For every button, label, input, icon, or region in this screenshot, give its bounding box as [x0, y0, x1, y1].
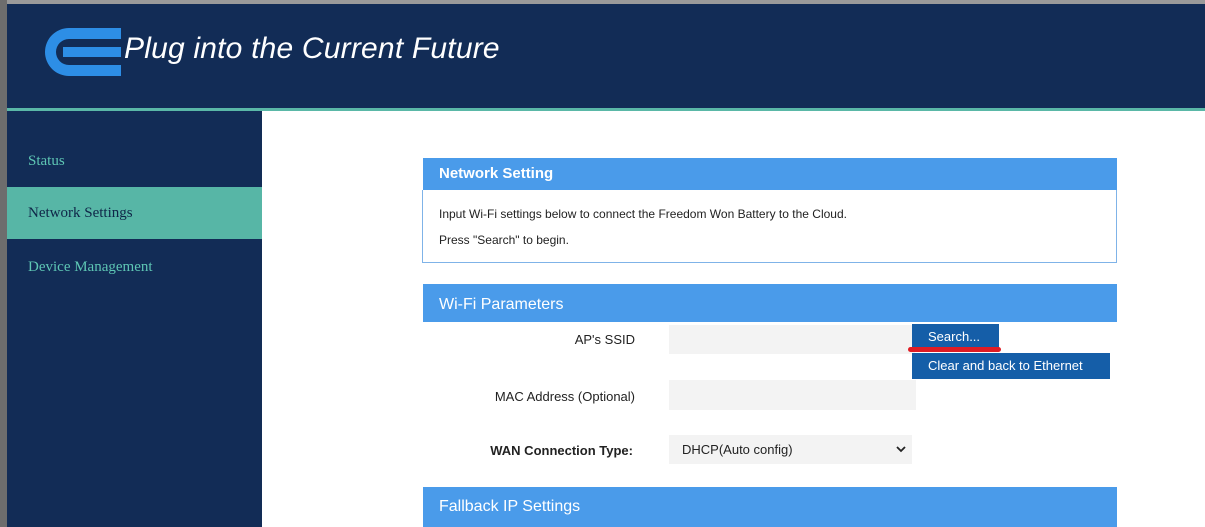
sidebar-item-device-management[interactable]: Device Management [7, 241, 262, 293]
wan-connection-type-label: WAN Connection Type: [490, 443, 633, 458]
wan-connection-type-select[interactable]: DHCP(Auto config) [669, 435, 912, 464]
sidebar-item-status[interactable]: Status [7, 135, 262, 187]
ssid-label: AP's SSID [574, 332, 635, 347]
freedom-won-e-logo-icon [45, 28, 121, 76]
sidebar-nav: Status Network Settings Device Managemen… [7, 111, 262, 527]
info-line-1: Input Wi-Fi settings below to connect th… [439, 207, 847, 221]
fallback-ip-settings-header: Fallback IP Settings [423, 487, 1117, 527]
clear-back-to-ethernet-button[interactable]: Clear and back to Ethernet [912, 353, 1110, 379]
browser-page: Plug into the Current Future Status Netw… [0, 0, 1205, 527]
wan-selected-value: DHCP(Auto config) [682, 442, 793, 457]
info-line-2: Press "Search" to begin. [439, 233, 569, 247]
ssid-input[interactable] [669, 325, 915, 354]
mac-address-label: MAC Address (Optional) [494, 389, 635, 404]
site-header: Plug into the Current Future [7, 4, 1205, 108]
wifi-parameters-header: Wi-Fi Parameters [423, 284, 1117, 322]
network-setting-header: Network Setting [423, 158, 1117, 190]
header-tagline: Plug into the Current Future [124, 32, 500, 65]
chevron-down-icon [896, 446, 906, 453]
red-annotation-underline [908, 347, 1001, 352]
sidebar-item-network-settings[interactable]: Network Settings [7, 187, 262, 239]
network-setting-info-box: Input Wi-Fi settings below to connect th… [422, 190, 1117, 263]
window-left-border [0, 0, 7, 527]
mac-address-input[interactable] [669, 380, 916, 410]
